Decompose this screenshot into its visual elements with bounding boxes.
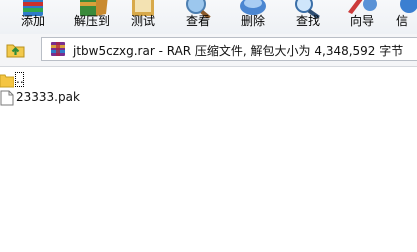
view-button-label: 查看 [185,14,210,28]
wizard-button[interactable]: 向导 [334,0,390,34]
find-button-label: 查找 [295,14,320,28]
parent-folder-icon [0,72,15,88]
add-button-label: 添加 [20,14,45,28]
file-name: 23333.pak [16,90,80,104]
extract-to-button[interactable]: 解压到 [64,0,120,34]
test-button[interactable]: 测试 [115,0,171,34]
toolbar: 添加 解压到 测试 查看 删除 查找 向导 信 [0,0,417,34]
list-item[interactable]: .. [0,71,417,89]
up-folder-icon [4,44,28,64]
list-item[interactable]: 23333.pak [0,89,417,107]
rar-archive-icon [50,41,66,57]
file-icon [0,90,14,106]
winrar-window: 添加 解压到 测试 查看 删除 查找 向导 信 jtbw5czxg.rar - … [0,0,417,252]
add-button[interactable]: 添加 [5,0,61,34]
view-button[interactable]: 查看 [170,0,226,34]
up-folder-button[interactable] [4,38,28,60]
find-button[interactable]: 查找 [280,0,336,34]
delete-button-label: 删除 [240,14,265,28]
focus-rectangle [15,72,24,87]
file-list: .. 23333.pak [0,67,417,252]
address-row: jtbw5czxg.rar - RAR 压缩文件, 解包大小为 4,348,59… [0,34,417,67]
info-button-label: 信 [396,14,409,28]
test-button-label: 测试 [130,14,155,28]
info-button[interactable]: 信 [392,0,417,34]
wizard-button-label: 向导 [349,14,374,28]
archive-path-text: jtbw5czxg.rar - RAR 压缩文件, 解包大小为 4,348,59… [73,44,404,58]
delete-button[interactable]: 删除 [225,0,281,34]
extract-to-button-label: 解压到 [73,14,110,28]
address-bar[interactable]: jtbw5czxg.rar - RAR 压缩文件, 解包大小为 4,348,59… [41,37,417,61]
